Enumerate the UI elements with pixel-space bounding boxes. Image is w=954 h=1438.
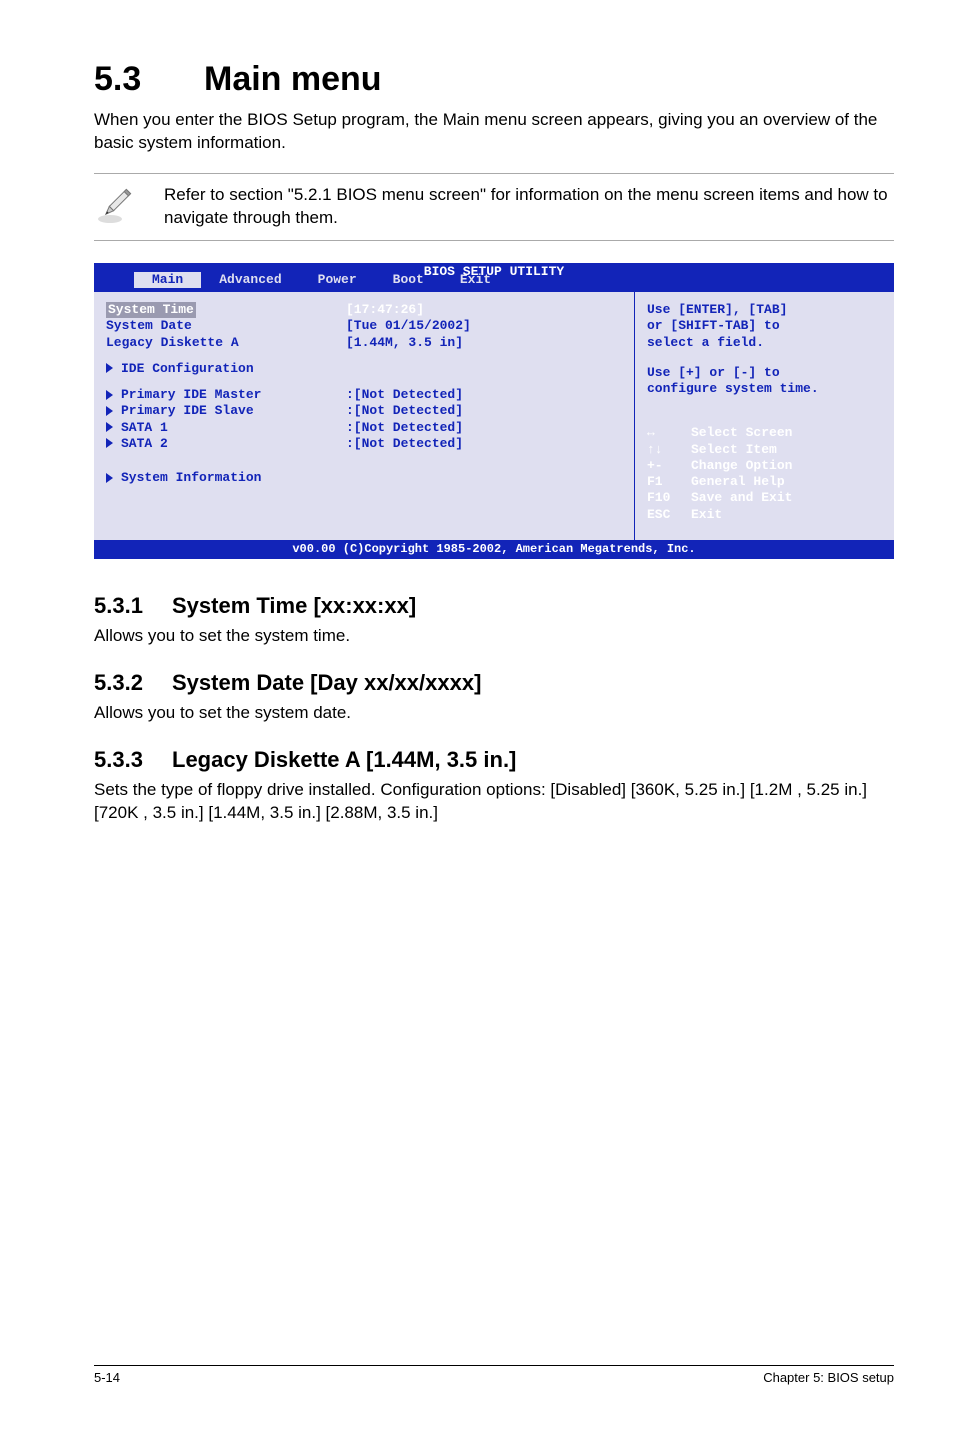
bios-field-system-date[interactable]: System Date	[106, 318, 346, 334]
bios-value-system-date[interactable]: [Tue 01/15/2002]	[346, 318, 471, 334]
subsection-heading: 5.3.3Legacy Diskette A [1.44M, 3.5 in.]	[94, 747, 894, 773]
bios-left-pane: System Time [17:47:26] System Date [Tue …	[94, 292, 635, 540]
triangle-icon	[106, 390, 113, 400]
subsection-body: Allows you to set the system time.	[94, 625, 894, 648]
bios-tab-main[interactable]: Main	[134, 272, 201, 288]
bios-field-system-time[interactable]: System Time	[106, 302, 196, 318]
bios-help-line: Use [ENTER], [TAB]	[647, 302, 882, 318]
bios-value-primary-master: :[Not Detected]	[346, 387, 463, 403]
triangle-icon	[106, 422, 113, 432]
bios-title: BIOS SETUP UTILITY	[424, 264, 564, 280]
pencil-icon	[94, 184, 136, 226]
bios-item-ide-config[interactable]: IDE Configuration	[121, 361, 254, 376]
page-number: 5-14	[94, 1370, 120, 1385]
subsection-heading: 5.3.2System Date [Day xx/xx/xxxx]	[94, 670, 894, 696]
intro-paragraph: When you enter the BIOS Setup program, t…	[94, 109, 894, 155]
triangle-icon	[106, 438, 113, 448]
triangle-icon	[106, 363, 113, 373]
bios-key: ↑↓	[647, 442, 691, 458]
section-heading: 5.3Main menu	[94, 60, 894, 99]
bios-tab-advanced[interactable]: Advanced	[201, 272, 299, 288]
subsection-title: Legacy Diskette A [1.44M, 3.5 in.]	[172, 747, 516, 772]
bios-key: F1	[647, 474, 691, 490]
bios-field-legacy-diskette[interactable]: Legacy Diskette A	[106, 335, 346, 351]
bios-item-primary-master[interactable]: Primary IDE Master	[121, 387, 261, 402]
bios-key: ESC	[647, 507, 691, 523]
triangle-icon	[106, 406, 113, 416]
bios-key: ↔	[647, 425, 691, 441]
bios-item-sata1[interactable]: SATA 1	[121, 420, 168, 435]
bios-help-pane: Use [ENTER], [TAB] or [SHIFT-TAB] to sel…	[635, 292, 894, 540]
bios-item-sata2[interactable]: SATA 2	[121, 436, 168, 451]
subsection-number: 5.3.3	[94, 747, 172, 773]
bios-value-legacy-diskette[interactable]: [1.44M, 3.5 in]	[346, 335, 463, 351]
bios-help-line: or [SHIFT-TAB] to	[647, 318, 882, 334]
bios-value-system-time[interactable]: [17:47:26]	[346, 302, 424, 318]
bios-key-desc: Change Option	[691, 458, 792, 474]
bios-help-line: configure system time.	[647, 381, 882, 397]
subsection-body: Sets the type of floppy drive installed.…	[94, 779, 894, 825]
bios-value-primary-slave: :[Not Detected]	[346, 403, 463, 419]
bios-item-system-info[interactable]: System Information	[121, 470, 261, 485]
bios-item-primary-slave[interactable]: Primary IDE Slave	[121, 403, 254, 418]
bios-key: +-	[647, 458, 691, 474]
subsection-number: 5.3.1	[94, 593, 172, 619]
subsection-body: Allows you to set the system date.	[94, 702, 894, 725]
note-block: Refer to section "5.2.1 BIOS menu screen…	[94, 173, 894, 241]
triangle-icon	[106, 473, 113, 483]
subsection-title: System Time [xx:xx:xx]	[172, 593, 416, 618]
section-title: Main menu	[204, 60, 382, 98]
bios-tab-power[interactable]: Power	[300, 272, 375, 288]
page-footer: 5-14 Chapter 5: BIOS setup	[94, 1365, 894, 1385]
bios-key: F10	[647, 490, 691, 506]
note-text: Refer to section "5.2.1 BIOS menu screen…	[164, 184, 894, 230]
subsection-heading: 5.3.1System Time [xx:xx:xx]	[94, 593, 894, 619]
bios-value-sata1: :[Not Detected]	[346, 420, 463, 436]
bios-screenshot: BIOS SETUP UTILITY Main Advanced Power B…	[94, 263, 894, 560]
bios-footer: v00.00 (C)Copyright 1985-2002, American …	[94, 540, 894, 559]
bios-key-desc: General Help	[691, 474, 785, 490]
bios-key-desc: Exit	[691, 507, 722, 523]
bios-key-desc: Select Screen	[691, 425, 792, 441]
bios-key-desc: Save and Exit	[691, 490, 792, 506]
bios-help-line: Use [+] or [-] to	[647, 365, 882, 381]
bios-key-desc: Select Item	[691, 442, 777, 458]
page-footer-right: Chapter 5: BIOS setup	[763, 1370, 894, 1385]
subsection-title: System Date [Day xx/xx/xxxx]	[172, 670, 481, 695]
bios-help-line: select a field.	[647, 335, 882, 351]
section-number: 5.3	[94, 60, 204, 99]
subsection-number: 5.3.2	[94, 670, 172, 696]
bios-value-sata2: :[Not Detected]	[346, 436, 463, 452]
